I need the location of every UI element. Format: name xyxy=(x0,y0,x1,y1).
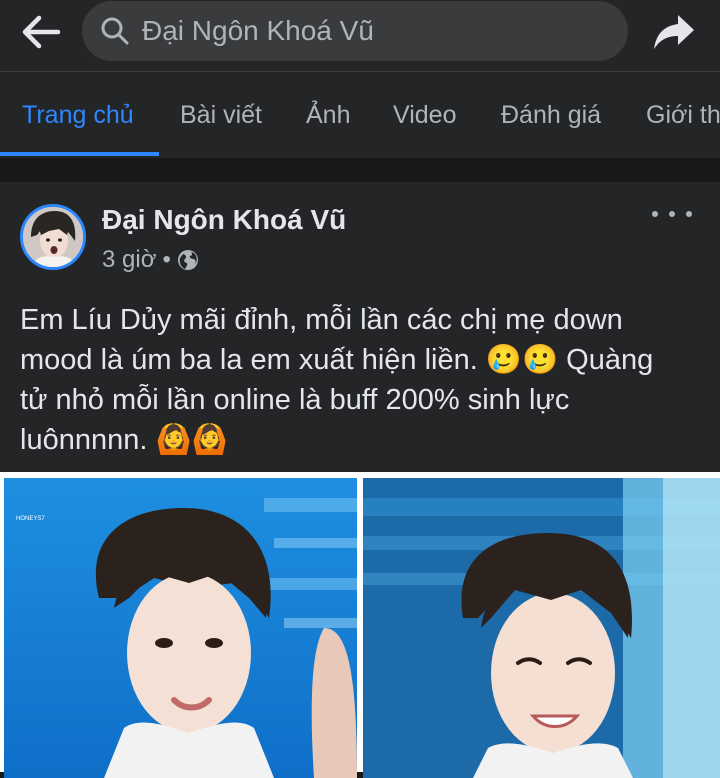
search-bar[interactable] xyxy=(82,1,628,61)
post-photos: HONEYS7 xyxy=(0,472,720,778)
tab-posts[interactable]: Bài viết xyxy=(180,72,262,158)
photo-image xyxy=(363,478,720,778)
search-icon xyxy=(101,17,129,45)
post-text-line: Em Líu Dủy mãi đỉnh, mỗi lần các chị mẹ … xyxy=(20,304,623,336)
share-button[interactable] xyxy=(650,10,698,54)
post-text: Em Líu Dủy mãi đỉnh, mỗi lần các chị mẹ … xyxy=(20,300,700,460)
more-icon-dot xyxy=(686,211,692,217)
globe-icon xyxy=(177,250,198,270)
more-icon-dot xyxy=(669,211,675,217)
search-input[interactable] xyxy=(142,15,602,47)
post-meta: 3 giờ • xyxy=(102,246,199,274)
svg-text:HONEYS7: HONEYS7 xyxy=(16,516,45,522)
tab-videos[interactable]: Video xyxy=(393,72,457,158)
post-text-line: luônnnnn. 🙆🙆 xyxy=(20,424,228,456)
post-text-line: tử nhỏ mỗi lần online là buff 200% sinh … xyxy=(20,384,570,416)
post-author[interactable]: Đại Ngôn Khoá Vũ xyxy=(102,204,346,236)
section-divider xyxy=(0,158,720,182)
top-bar xyxy=(0,0,720,72)
page-tabs: Trang chủ Bài viết Ảnh Video Đánh giá Gi… xyxy=(0,72,720,158)
post-card: Đại Ngôn Khoá Vũ 3 giờ • Em Líu Dủy mãi … xyxy=(0,182,720,778)
more-options-button[interactable] xyxy=(652,204,692,224)
more-icon xyxy=(652,211,658,217)
active-tab-indicator xyxy=(0,152,159,156)
post-time[interactable]: 3 giờ xyxy=(102,246,156,274)
tab-home[interactable]: Trang chủ xyxy=(22,72,134,158)
back-arrow-icon xyxy=(22,15,61,49)
share-icon xyxy=(654,15,694,49)
avatar-image xyxy=(23,207,83,267)
tab-photos[interactable]: Ảnh xyxy=(306,72,350,158)
avatar[interactable] xyxy=(20,204,86,270)
photo-image: HONEYS7 xyxy=(4,478,357,778)
tab-reviews[interactable]: Đánh giá xyxy=(501,72,601,158)
back-button[interactable] xyxy=(18,12,64,52)
tab-about[interactable]: Giới th xyxy=(646,72,720,158)
post-photo-1[interactable]: HONEYS7 xyxy=(4,478,357,778)
post-text-line: mood là úm ba la em xuất hiện liền. 🥲🥲 Q… xyxy=(20,344,654,376)
post-photo-2[interactable] xyxy=(363,478,720,778)
meta-separator: • xyxy=(162,246,171,273)
